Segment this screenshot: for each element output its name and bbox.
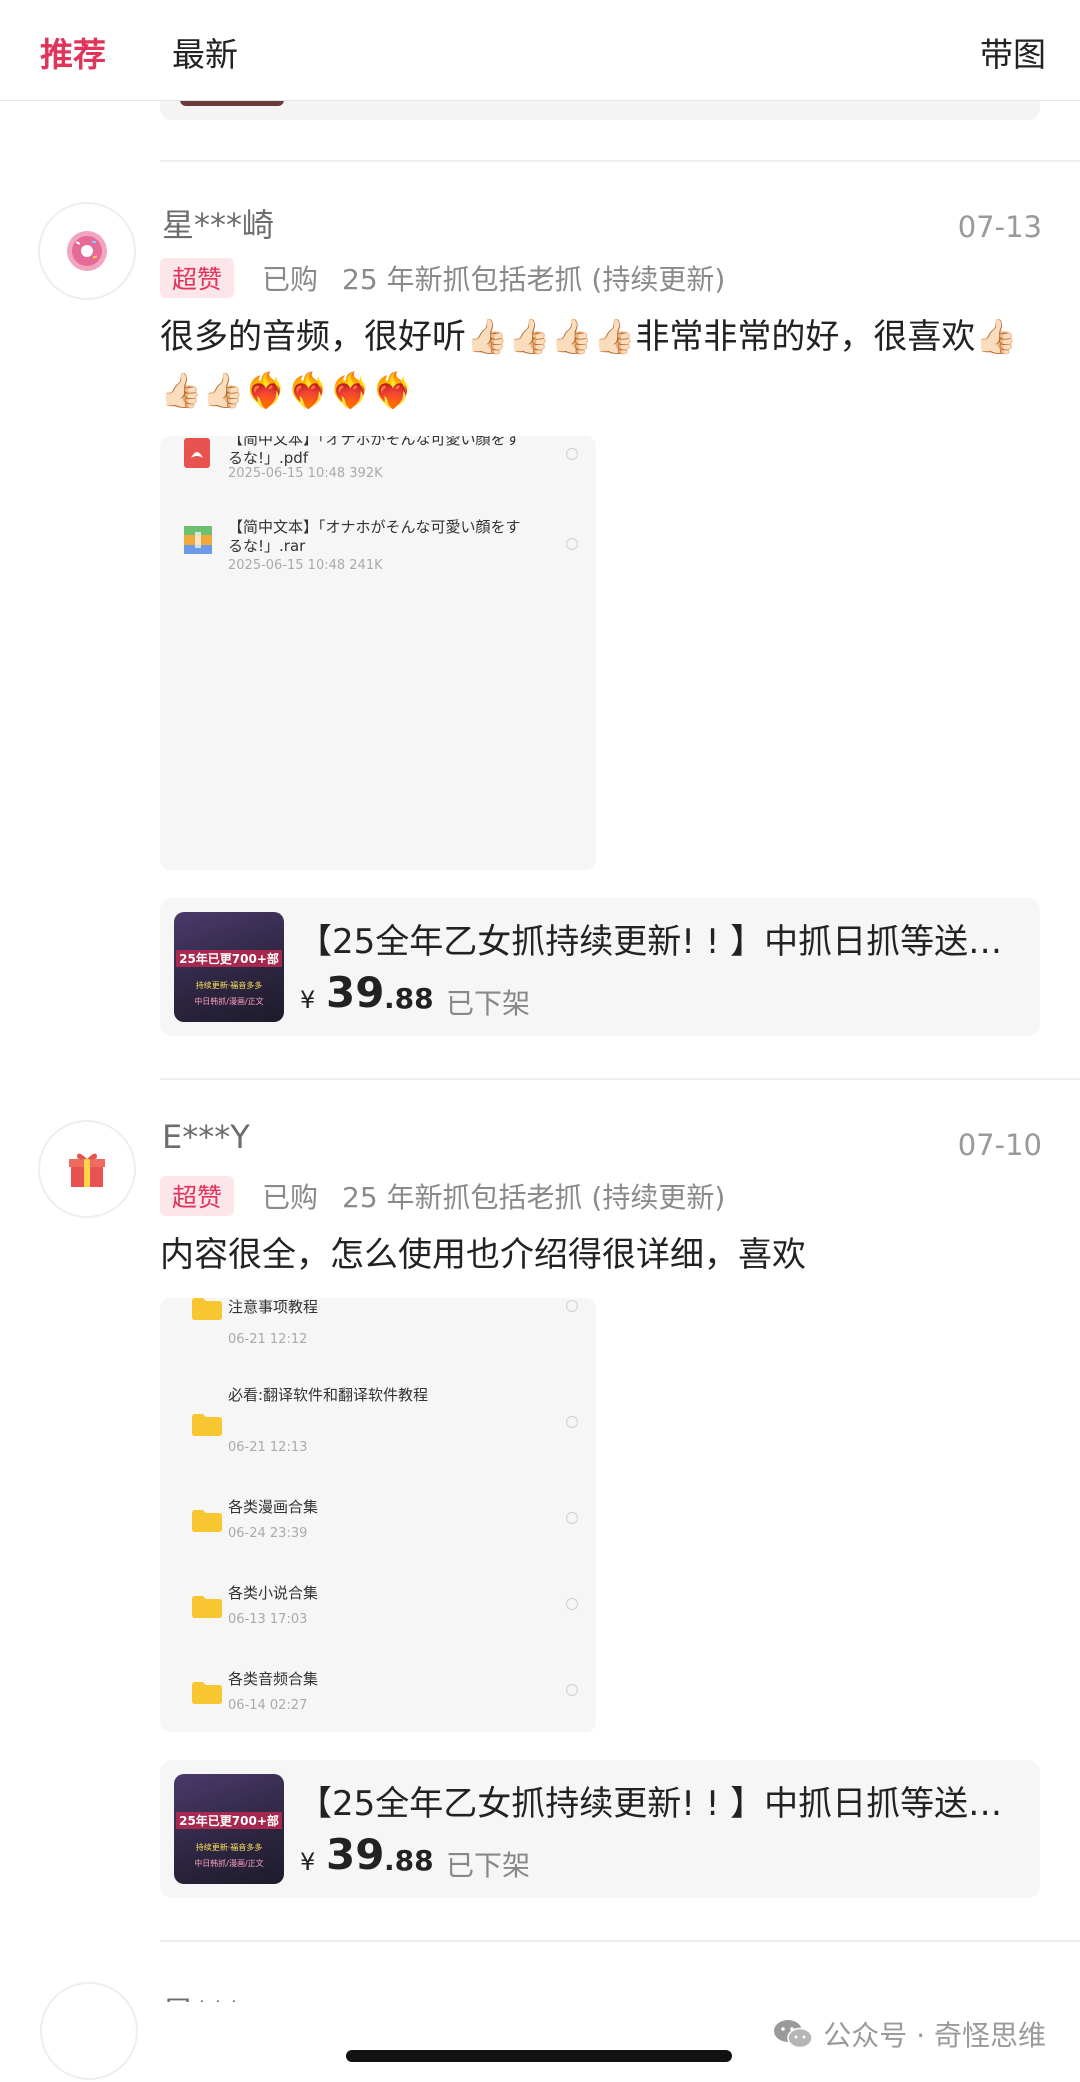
review-divider [160,160,1080,162]
product-thumbnail-tag: 25年已更700+部 [176,950,282,967]
folder-meta: 06-21 12:13 [228,1440,308,1455]
product-title: 【25全年乙女抓持续更新! ! 】中抓日抓等送乙… [298,922,1028,962]
rating-badge: 超赞 [160,1176,235,1216]
folder-meta: 06-21 12:12 [228,1332,308,1347]
file-meta: 2025-06-15 10:48 392K [228,466,383,481]
rating-badge: 超赞 [160,258,235,298]
purchase-spec: 25 年新抓包括老抓 (持续更新) [342,1181,726,1214]
wechat-icon [774,2020,814,2049]
folder-name: 必看:翻译软件和翻译软件教程 [228,1386,429,1404]
review-date: 07-13 [957,210,1042,244]
folder-name: 各类音频合集 [228,1670,319,1688]
pdf-file-icon [184,438,210,468]
product-thumbnail-subtag: 持续更新·福音多多 [195,981,263,990]
review-text: 内容很全，怎么使用也介绍得很详细，喜欢 [160,1235,806,1275]
folder-radio [566,1684,578,1696]
reviewer-name[interactable]: 星***崎 [162,200,274,246]
review-image[interactable]: 【简中文本】「オナホがそんな可愛い顔をするな!」.pdf 2025-06-15 … [160,436,596,870]
review-divider [160,1078,1080,1080]
review-image[interactable]: 注意事项教程 06-21 12:12 必看:翻译软件和翻译软件教程 06-21 … [160,1298,596,1732]
folder-icon [192,1510,222,1532]
folder-meta: 06-24 23:39 [228,1526,308,1541]
review-date: 07-10 [957,1128,1042,1162]
avatar[interactable] [40,1982,138,2080]
folder-icon [192,1682,222,1704]
product-thumbnail: 25年已更700+部 持续更新·福音多多 中日韩抓/漫画/正文 [174,912,284,1022]
previous-product-card[interactable] [160,100,1040,120]
archive-file-icon [184,526,212,554]
reviewer-name[interactable]: E***Y [162,1118,250,1156]
file-radio [566,538,578,550]
price-decimal: .88 [384,1844,434,1877]
folder-radio [566,1598,578,1610]
price-currency: ¥ [300,986,316,1014]
reviewer-name[interactable]: 星*** [162,1988,242,2002]
tab-with-image[interactable]: 带图 [980,28,1046,76]
product-thumbnail-subtag: 中日韩抓/漫画/正文 [194,1859,264,1868]
tab-recommended[interactable]: 推荐 [40,28,106,76]
file-radio [566,448,578,460]
tab-latest[interactable]: 最新 [172,28,238,76]
purchased-label: 已购 [262,263,319,296]
review-text: 很多的音频，很好听👍🏻👍🏻👍🏻👍🏻非常非常的好，很喜欢👍🏻👍🏻👍🏻❤️‍🔥❤️‍… [160,317,1018,411]
folder-icon [192,1414,222,1436]
top-tab-bar: 推荐 最新 带图 [0,0,1080,101]
folder-radio [566,1300,578,1312]
product-thumbnail-subtag: 中日韩抓/漫画/正文 [194,997,264,1006]
watermark: 公众号 · 奇怪思维 [773,2014,1046,2054]
price-currency: ¥ [300,1848,316,1876]
folder-name: 各类小说合集 [228,1584,319,1602]
price-integer: 39 [326,1830,385,1879]
file-name: 【简中文本】「オナホがそんな可愛い顔をするな!」.rar [228,518,521,555]
folder-icon [192,1596,222,1618]
home-indicator[interactable] [346,2050,732,2062]
price-decimal: .88 [384,982,434,1015]
folder-meta: 06-13 17:03 [228,1612,308,1627]
purchased-label: 已购 [262,1181,319,1214]
folder-name: 注意事项教程 [228,1298,319,1316]
product-thumbnail-tag: 25年已更700+部 [176,1812,282,1829]
product-card[interactable]: 25年已更700+部 持续更新·福音多多 中日韩抓/漫画/正文 【25全年乙女抓… [160,898,1040,1036]
avatar[interactable] [38,202,136,300]
product-card[interactable]: 25年已更700+部 持续更新·福音多多 中日韩抓/漫画/正文 【25全年乙女抓… [160,1760,1040,1898]
gift-icon [69,1153,105,1187]
folder-radio [566,1416,578,1428]
product-thumbnail: 25年已更700+部 持续更新·福音多多 中日韩抓/漫画/正文 [174,1774,284,1884]
price-integer: 39 [326,968,385,1017]
folder-radio [566,1512,578,1524]
product-status: 已下架 [446,1849,531,1882]
file-meta: 2025-06-15 10:48 241K [228,558,383,573]
product-title: 【25全年乙女抓持续更新! ! 】中抓日抓等送乙… [298,1784,1028,1824]
file-name: 【简中文本】「オナホがそんな可愛い顔をするな!」.pdf [228,436,521,467]
folder-icon [192,1298,222,1320]
product-status: 已下架 [446,987,531,1020]
avatar[interactable] [38,1120,136,1218]
folder-meta: 06-14 02:27 [228,1698,308,1713]
product-thumbnail-subtag: 持续更新·福音多多 [195,1843,263,1852]
folder-name: 各类漫画合集 [228,1498,319,1516]
watermark-text: 公众号 · 奇怪思维 [823,2019,1046,2052]
review-divider [160,1940,1080,1942]
purchase-spec: 25 年新抓包括老抓 (持续更新) [342,263,726,296]
donut-icon [67,231,107,271]
